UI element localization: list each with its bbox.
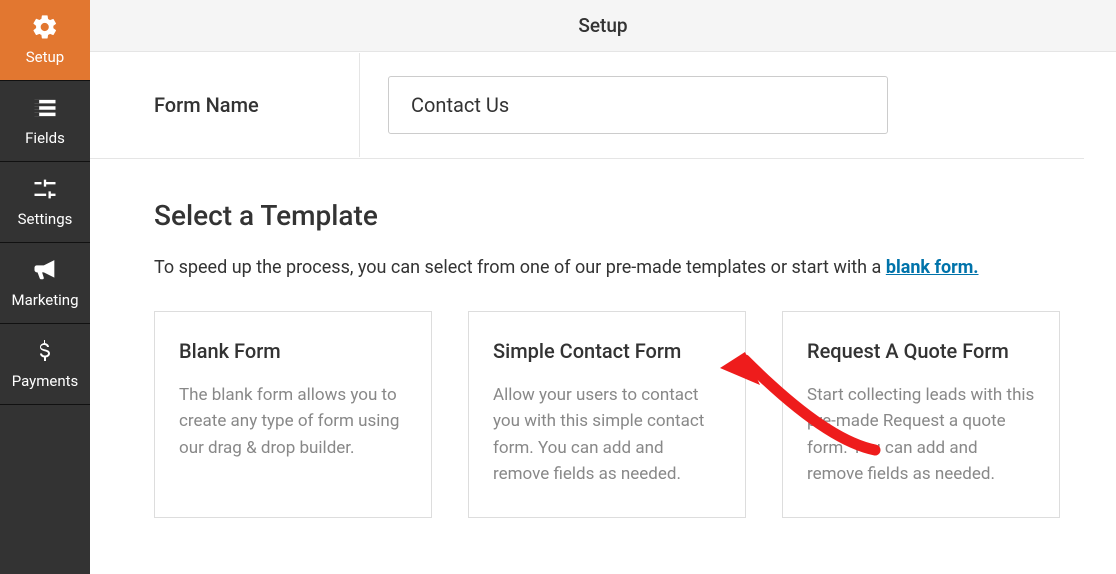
page-title: Setup [578, 14, 627, 37]
template-description: Allow your users to contact you with thi… [493, 382, 721, 487]
template-title: Request A Quote Form [807, 338, 1035, 364]
template-title: Blank Form [179, 338, 407, 364]
sidebar-item-label: Marketing [11, 291, 78, 309]
template-blank-form[interactable]: Blank Form The blank form allows you to … [154, 311, 432, 518]
section-subtitle: To speed up the process, you can select … [154, 254, 1084, 281]
sidebar-item-label: Fields [25, 129, 65, 147]
form-name-label: Form Name [154, 53, 360, 157]
sidebar-item-setup[interactable]: Setup [0, 0, 90, 81]
form-name-input[interactable] [388, 76, 888, 134]
sliders-icon [30, 174, 60, 204]
template-simple-contact-form[interactable]: Simple Contact Form Allow your users to … [468, 311, 746, 518]
main-content: Form Name Select a Template To speed up … [90, 52, 1116, 574]
template-description: The blank form allows you to create any … [179, 382, 407, 461]
gear-icon [30, 12, 60, 42]
sidebar-item-fields[interactable]: Fields [0, 81, 90, 162]
sidebar-item-label: Setup [26, 48, 64, 66]
template-section: Select a Template To speed up the proces… [122, 159, 1084, 518]
template-description: Start collecting leads with this pre-mad… [807, 382, 1035, 487]
list-icon [30, 93, 60, 123]
section-title: Select a Template [154, 199, 1084, 232]
sidebar-item-label: Payments [12, 372, 79, 390]
sidebar-item-settings[interactable]: Settings [0, 162, 90, 243]
bullhorn-icon [30, 255, 60, 285]
form-name-input-cell [360, 52, 1084, 158]
section-subtitle-text: To speed up the process, you can select … [154, 257, 886, 278]
blank-form-link[interactable]: blank form. [886, 257, 979, 278]
sidebar: Setup Fields Settings Marketing Payments [0, 0, 90, 574]
template-request-quote-form[interactable]: Request A Quote Form Start collecting le… [782, 311, 1060, 518]
sidebar-item-payments[interactable]: Payments [0, 324, 90, 405]
template-title: Simple Contact Form [493, 338, 721, 364]
dollar-icon [30, 336, 60, 366]
topbar: Setup [90, 0, 1116, 52]
sidebar-item-marketing[interactable]: Marketing [0, 243, 90, 324]
sidebar-item-label: Settings [18, 210, 73, 228]
form-name-row: Form Name [90, 52, 1084, 159]
templates-grid: Blank Form The blank form allows you to … [154, 311, 1084, 518]
